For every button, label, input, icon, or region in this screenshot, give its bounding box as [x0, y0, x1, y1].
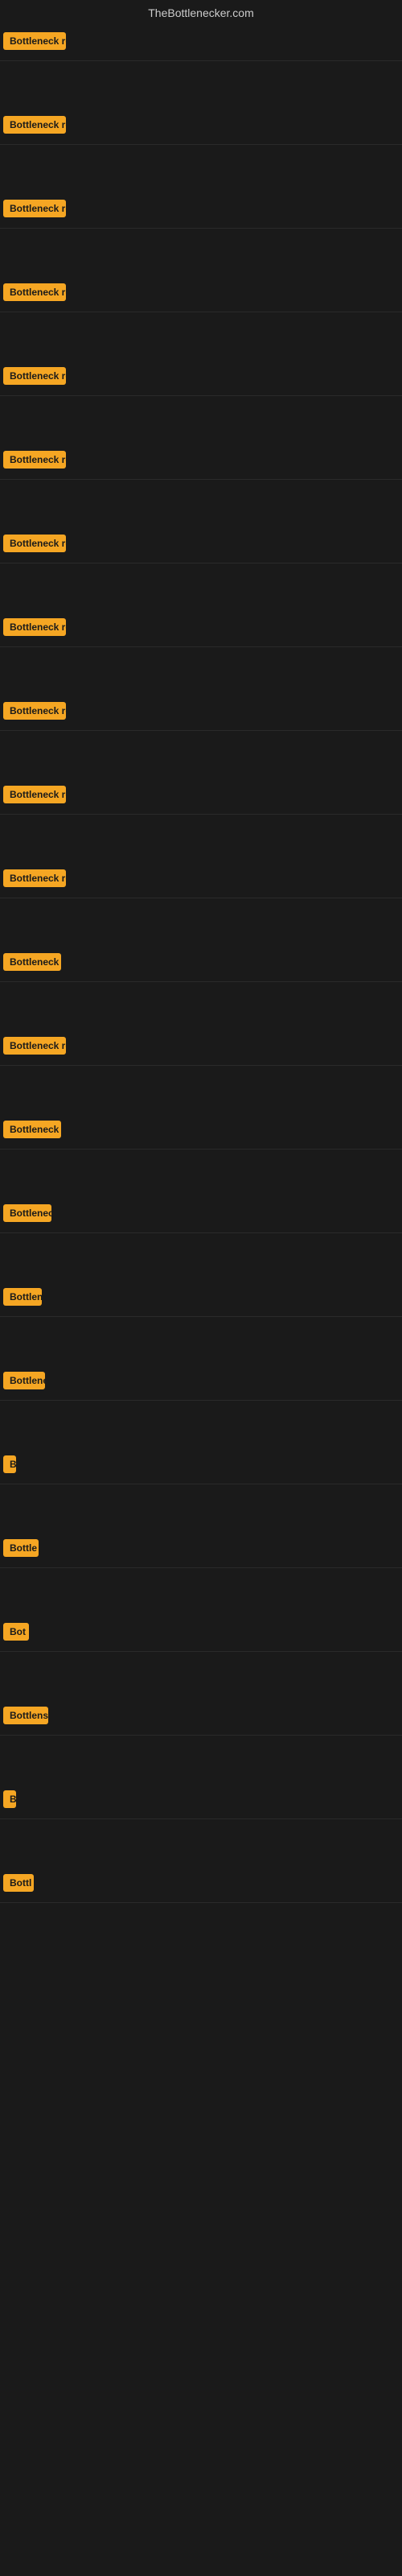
list-item[interactable]: Bottle [0, 1533, 402, 1568]
list-item[interactable]: Bottlen [0, 1282, 402, 1317]
site-title-text: TheBottlenecker.com [148, 6, 254, 19]
bottleneck-badge: Bottleneck result [3, 367, 66, 385]
bottleneck-badge: Bottleneck result [3, 451, 66, 469]
list-item[interactable]: Bottleneck result [0, 109, 402, 145]
bottleneck-badge: Bottleneck result [3, 200, 66, 217]
bottleneck-badge: Bot [3, 1623, 29, 1641]
list-item[interactable]: Bottleneck result [0, 863, 402, 898]
list-item[interactable]: B [0, 1449, 402, 1484]
bottleneck-badge: Bottleneck result [3, 1037, 66, 1055]
list-item[interactable]: Bottlens [0, 1700, 402, 1736]
bottleneck-badge: Bottleneck result [3, 702, 66, 720]
list-item[interactable]: Bottleneck result [0, 361, 402, 396]
bottleneck-badge: B [3, 1455, 16, 1473]
bottleneck-badge: Bottlens [3, 1707, 48, 1724]
list-item[interactable]: Bottleneck result [0, 612, 402, 647]
list-item[interactable]: Bottleneck resu [0, 947, 402, 982]
bottleneck-badge: Bottleneck r [3, 1204, 51, 1222]
list-item[interactable]: Bottleneck result [0, 779, 402, 815]
results-list: Bottleneck result Bottleneck result Bott… [0, 26, 402, 1903]
list-item[interactable]: Bottleneck result [0, 528, 402, 564]
list-item[interactable]: Bottleneck result [0, 444, 402, 480]
bottleneck-badge: Bottleneck result [3, 116, 66, 134]
bottleneck-badge: Bottleneck result [3, 786, 66, 803]
list-item[interactable]: Bottleneck result [0, 193, 402, 229]
list-item[interactable]: Bottleneck result [0, 26, 402, 61]
list-item[interactable]: Bottleneck resu [0, 1114, 402, 1150]
bottleneck-badge: Bottleneck result [3, 283, 66, 301]
bottleneck-badge: Bottleneck result [3, 618, 66, 636]
bottleneck-badge: Bottle [3, 1539, 39, 1557]
bottleneck-badge: Bottleneck [3, 1372, 45, 1389]
bottom-spacer [0, 1903, 402, 2547]
list-item[interactable]: Bot [0, 1616, 402, 1652]
bottleneck-badge: Bottleneck result [3, 869, 66, 887]
list-item[interactable]: Bottleneck result [0, 277, 402, 312]
list-item[interactable]: Bottleneck result [0, 696, 402, 731]
bottleneck-badge: B [3, 1790, 16, 1808]
bottleneck-badge: Bottleneck result [3, 32, 66, 50]
list-item[interactable]: B [0, 1784, 402, 1819]
list-item[interactable]: Bottl [0, 1868, 402, 1903]
bottleneck-badge: Bottleneck resu [3, 1121, 61, 1138]
bottleneck-badge: Bottl [3, 1874, 34, 1892]
list-item[interactable]: Bottleneck result [0, 1030, 402, 1066]
bottleneck-badge: Bottleneck resu [3, 953, 61, 971]
list-item[interactable]: Bottleneck [0, 1365, 402, 1401]
bottleneck-badge: Bottlen [3, 1288, 42, 1306]
bottleneck-badge: Bottleneck result [3, 535, 66, 552]
list-item[interactable]: Bottleneck r [0, 1198, 402, 1233]
site-title: TheBottlenecker.com [0, 0, 402, 26]
